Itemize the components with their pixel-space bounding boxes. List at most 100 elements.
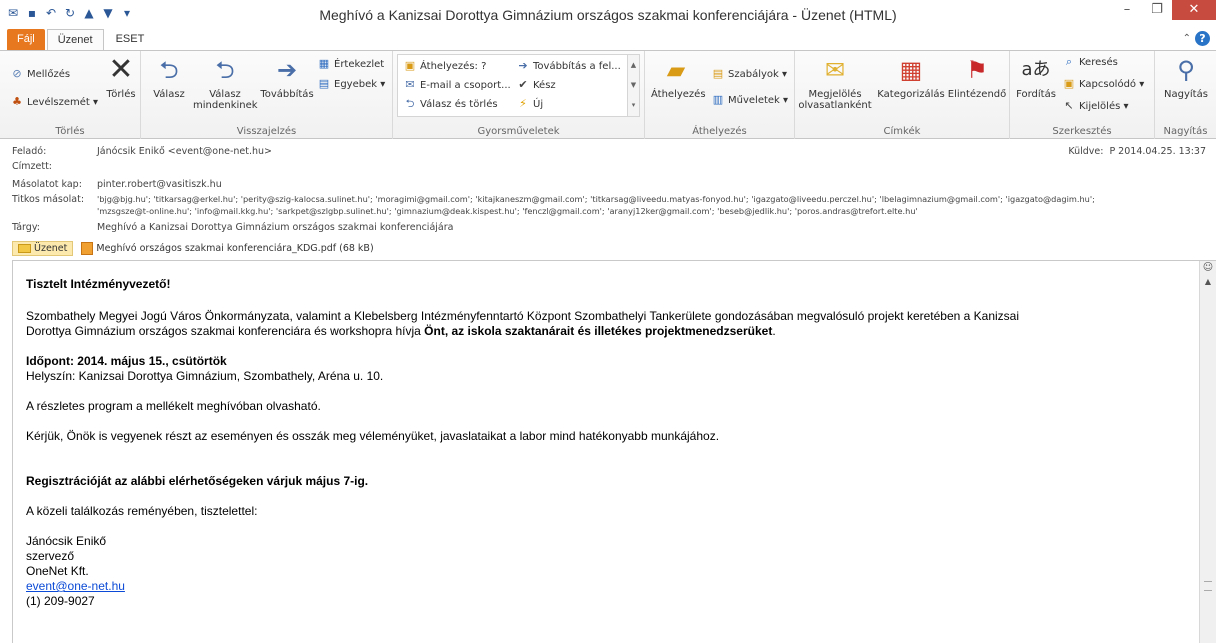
translate-icon: aあ [1021, 59, 1051, 80]
people-pane-icon[interactable]: ☺ [1200, 261, 1216, 275]
help-icon[interactable]: ? [1195, 31, 1210, 46]
message-header: Feladó: Jánócsik Enikő <event@one-net.hu… [0, 141, 1216, 239]
related-icon: ▣ [1063, 77, 1075, 90]
find-button[interactable]: ⌕ Keresés [1062, 53, 1118, 70]
select-button[interactable]: ↖ Kijelölés ▾ [1062, 97, 1128, 114]
tab-eset[interactable]: ESET [106, 29, 155, 50]
categorize-icon: ▦ [899, 56, 923, 84]
signature-role: szervező [26, 549, 75, 563]
closing-line: A közeli találkozás reményében, tisztele… [26, 504, 258, 518]
bcc-value-line1[interactable]: 'bjg@bjg.hu'; 'titkarsag@erkel.hu'; 'per… [97, 194, 1095, 204]
scroll-grip[interactable] [1204, 581, 1212, 591]
bcc-value-line2[interactable]: 'mzsgsze@t-online.hu'; 'info@mail.kkg.hu… [97, 206, 918, 216]
forward-button[interactable]: ➔ Továbbítás [259, 55, 315, 100]
para1-line2: Dorottya Gimnázium országos szakmai konf… [26, 324, 776, 338]
forward-to-manager-icon: ➔ [518, 59, 528, 72]
more-button[interactable]: ▤ Egyebek ▾ [317, 75, 385, 92]
reply-all-button[interactable]: ⮌ Válasz mindenkinek [193, 55, 258, 111]
ignore-button[interactable]: ⊘ Mellőzés [10, 65, 70, 82]
lightning-icon: ⚡ [519, 97, 527, 110]
move-button[interactable]: ▰ Áthelyezés [651, 55, 706, 100]
actions-icon: ▥ [712, 93, 724, 106]
related-button[interactable]: ▣ Kapcsolódó ▾ [1062, 75, 1144, 92]
date-line: Időpont: 2014. május 15., csütörtök [26, 354, 227, 368]
tab-file[interactable]: Fájl [7, 29, 45, 50]
actions-button[interactable]: ▥ Műveletek ▾ [711, 91, 788, 108]
quickstep-done[interactable]: ✔ Kész [516, 76, 555, 93]
reply-button[interactable]: ⮌ Válasz [149, 55, 189, 100]
quicksteps-scroll[interactable]: ▲ ▼ ▾ [627, 55, 639, 116]
quickstep-reply-delete[interactable]: ⮌ Válasz és törlés [403, 95, 498, 112]
quickstep-forward-manager[interactable]: ➔ Továbbítás a fel... [516, 57, 620, 74]
group-label-tags: Címkék [883, 126, 921, 137]
collapse-ribbon-icon[interactable]: ⌃ [1183, 33, 1191, 44]
quickstep-new[interactable]: ⚡ Új [516, 95, 543, 112]
flag-icon: ⚑ [966, 56, 988, 84]
pdf-file-icon [81, 242, 94, 255]
zoom-button[interactable]: ⚲ Nagyítás [1159, 55, 1213, 100]
bcc-label: Titkos másolat: [12, 194, 85, 205]
categorize-button[interactable]: ▦ Kategorizálás [875, 55, 947, 100]
minimize-button[interactable]: – [1112, 0, 1142, 20]
message-content: Tisztelt Intézményvezető! Szombathely Me… [26, 277, 1196, 609]
junk-button[interactable]: ♣ Levélszemét ▾ [10, 93, 98, 110]
reply-delete-icon: ⮌ [405, 97, 415, 110]
reply-all-icon: ⮌ [215, 56, 235, 84]
tab-message[interactable]: Üzenet [46, 29, 104, 50]
mark-unread-button[interactable]: ✉ Megjelölés olvasatlanként [797, 55, 873, 111]
group-label-zoom: Nagyítás [1163, 126, 1208, 137]
attachment-bar: Üzenet Meghívó országos szakmai konferen… [12, 240, 374, 257]
rules-icon: ▤ [712, 67, 724, 80]
signature-company: OneNet Kft. [26, 564, 89, 578]
subject-label: Tárgy: [12, 222, 40, 233]
folder-icon: ▰ [666, 56, 686, 84]
ribbon: ⊘ Mellőzés ♣ Levélszemét ▾ ✕ Törlés Törlés … [0, 50, 1216, 139]
scroll-up-icon[interactable]: ▲ [1200, 275, 1216, 289]
sent-info: Küldve: P 2014.04.25. 13:37 [1068, 146, 1206, 157]
from-label: Feladó: [12, 146, 47, 157]
checkmark-icon: ✔ [518, 78, 528, 91]
venue-line: Helyszín: Kanizsai Dorottya Gimnázium, S… [26, 369, 384, 383]
attachment-pdf[interactable]: Meghívó országos szakmai konferenciára_K… [81, 242, 374, 255]
group-label-editing: Szerkesztés [1052, 126, 1112, 137]
envelope-icon [18, 244, 31, 253]
close-button[interactable]: ✕ [1172, 0, 1216, 20]
meeting-button[interactable]: ▦ Értekezlet [317, 55, 384, 72]
cc-value[interactable]: pinter.robert@vasitiszk.hu [97, 179, 222, 190]
ribbon-tabs: Fájl Üzenet ESET ⌃ ? [0, 28, 1216, 50]
translate-button[interactable]: aあ Fordítás [1014, 55, 1058, 100]
from-value[interactable]: Jánócsik Enikő <event@one-net.hu> [97, 146, 272, 157]
quickstep-email-team[interactable]: ✉ E-mail a csoport... [403, 76, 510, 93]
quickstep-move[interactable]: ▣ Áthelyezés: ? [403, 57, 487, 74]
rules-button[interactable]: ▤ Szabályok ▾ [711, 65, 787, 82]
subject-value: Meghívó a Kanizsai Dorottya Gimnázium or… [97, 222, 454, 233]
group-delete: ⊘ Mellőzés ♣ Levélszemét ▾ ✕ Törlés Törlés [0, 51, 141, 139]
signature-name: Jánócsik Enikő [26, 534, 107, 548]
envelope-icon: ✉ [824, 56, 846, 84]
title-bar: ✉ ▪ ↶ ↻ ▲ ▼ ▾ Meghívó a Kanizsai Dorotty… [0, 0, 1216, 28]
signature-email-link[interactable]: event@one-net.hu [26, 579, 125, 593]
folder-move-icon: ▣ [404, 59, 416, 72]
calendar-icon: ▦ [318, 57, 330, 70]
ignore-icon: ⊘ [12, 67, 22, 80]
quicksteps-gallery: ▣ Áthelyezés: ? ➔ Továbbítás a fel... ✉ E-m… [397, 54, 640, 117]
group-zoom: ⚲ Nagyítás Nagyítás [1155, 51, 1216, 139]
greeting: Tisztelt Intézményvezető! [26, 277, 171, 291]
magnifier-icon: ⚲ [1177, 56, 1195, 84]
vertical-scrollbar[interactable]: ☺ ▲ [1199, 261, 1216, 643]
delete-button[interactable]: ✕ Törlés [104, 55, 138, 101]
reply-icon: ⮌ [159, 56, 179, 84]
signature-phone: (1) 209-9027 [26, 594, 95, 608]
restore-button[interactable]: ❐ [1142, 0, 1172, 20]
sent-label: Küldve: [1068, 146, 1104, 157]
forward-icon: ➔ [276, 56, 298, 84]
follow-up-button[interactable]: ⚑ Elintézendő [947, 55, 1007, 100]
group-label-quicksteps: Gyorsműveletek [477, 126, 560, 137]
sent-value: P 2014.04.25. 13:37 [1109, 146, 1206, 157]
cursor-icon: ↖ [1064, 99, 1074, 112]
junk-icon: ♣ [12, 95, 22, 108]
group-move: ▰ Áthelyezés ▤ Szabályok ▾ ▥ Műveletek ▾ Át… [645, 51, 795, 139]
message-view-tab[interactable]: Üzenet [12, 241, 74, 256]
to-label: Címzett: [12, 161, 53, 172]
more-icon: ▤ [318, 77, 330, 90]
